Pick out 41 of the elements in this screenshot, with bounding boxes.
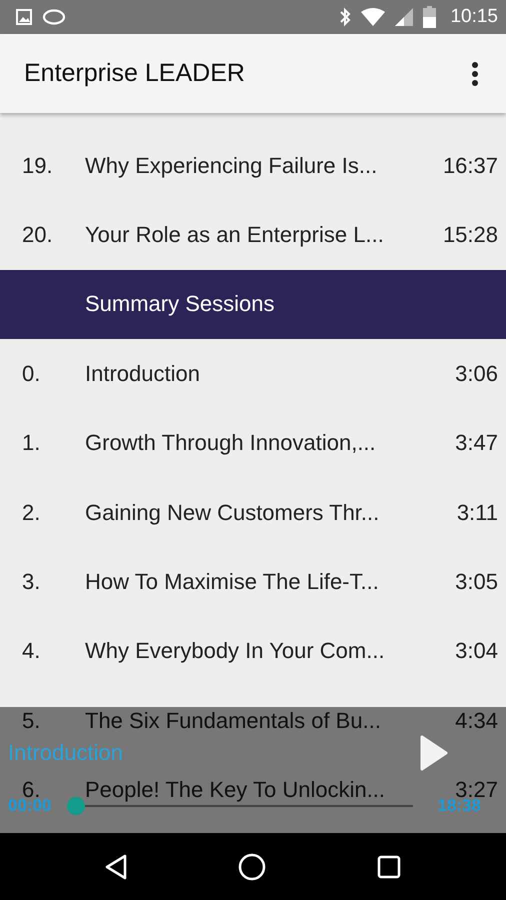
signal-icon (395, 8, 414, 26)
play-icon[interactable] (420, 735, 448, 771)
oval-icon (42, 9, 66, 25)
track-number: 5. (22, 708, 42, 733)
bluetooth-icon (339, 7, 352, 27)
track-title: Growth Through Innovation,... (85, 431, 377, 456)
more-options-icon[interactable] (471, 62, 479, 86)
track-title: People! The Key To Unlockin... (85, 778, 386, 802)
track-title: Gaining New Customers Thr... (85, 500, 380, 525)
track-duration: 3:11 (456, 500, 498, 525)
now-playing-title: Introduction (8, 740, 123, 766)
battery-icon (423, 6, 436, 28)
track-duration: 15:28 (442, 222, 498, 248)
track-duration: 4:34 (455, 708, 498, 733)
track-number: 2. (22, 500, 42, 525)
track-title: Introduction (85, 362, 201, 386)
back-icon[interactable] (105, 854, 128, 880)
track-duration: 3:04 (455, 639, 498, 664)
picture-icon (16, 9, 32, 25)
track-duration: 3:06 (455, 362, 498, 386)
seek-thumb[interactable] (67, 797, 86, 815)
track-number: 4. (22, 639, 42, 664)
home-icon[interactable] (238, 852, 266, 880)
track-number: 3. (22, 570, 42, 594)
track-title: Why Everybody In Your Com... (85, 639, 386, 664)
track-title: How To Maximise The Life-T... (85, 570, 380, 594)
track-number: 20. (22, 222, 54, 248)
track-duration: 3:47 (455, 431, 498, 456)
track-number: 1. (22, 431, 42, 456)
track-duration: 3:05 (455, 570, 498, 594)
section-title: Summary Sessions (85, 291, 275, 318)
app-title: Enterprise LEADER (24, 59, 245, 88)
track-title: The Six Fundamentals of Bu... (85, 708, 382, 733)
track-title: Your Role as an Enterprise L... (85, 222, 385, 248)
track-duration: 16:37 (442, 154, 498, 178)
track-number: 19. (22, 154, 54, 178)
recents-icon[interactable] (376, 854, 401, 878)
wifi-icon (361, 8, 386, 26)
status-time: 10:15 (450, 6, 498, 28)
track-number: 0. (22, 362, 42, 386)
track-title: Why Experiencing Failure Is... (85, 154, 378, 178)
